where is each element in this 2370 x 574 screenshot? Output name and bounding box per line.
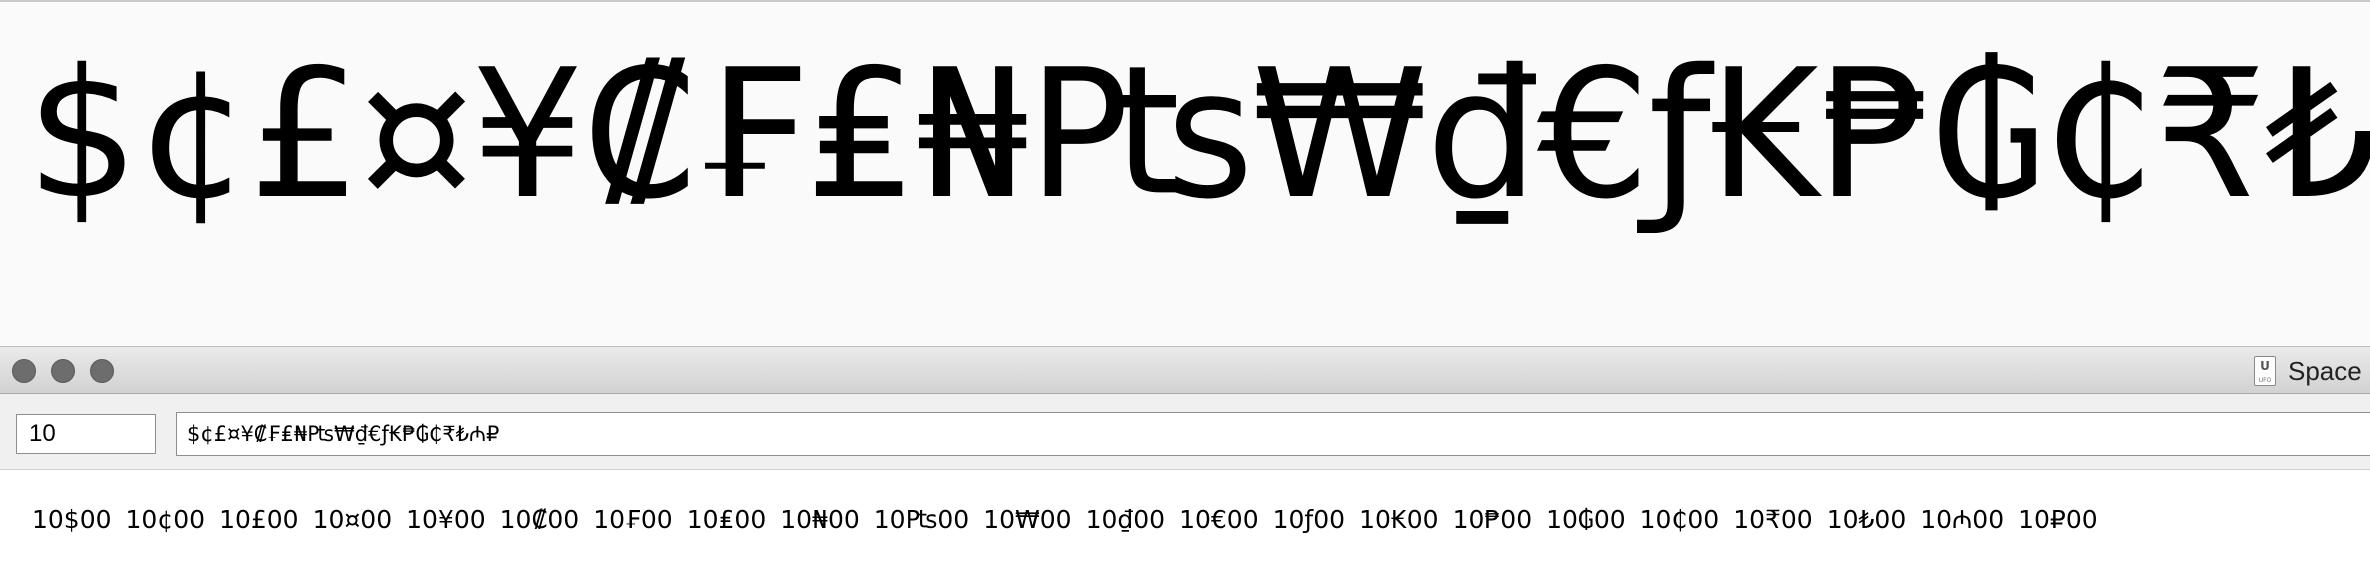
close-window-button[interactable] — [12, 359, 36, 383]
spacing-string: 10₫00 — [1085, 505, 1166, 534]
spacing-string: 10₡00 — [499, 505, 580, 534]
spacing-string: 10₵00 — [1639, 505, 1720, 534]
ufo-file-icon-letter: U — [2260, 359, 2270, 373]
spacing-string: 10₼00 — [1920, 505, 2005, 534]
glyph-preview: $¢£¤¥₡₣₤₦₧₩₫€ƒ₭₱₲₵₹₺₼₽ — [0, 0, 2370, 346]
spacing-string: 10₩00 — [983, 505, 1072, 534]
spacing-string: 10¢00 — [125, 505, 206, 534]
spacing-string: 10₣00 — [593, 505, 673, 534]
title-bar[interactable]: U UFO Space — [0, 346, 2370, 394]
spacing-string: 10₱00 — [1452, 505, 1533, 534]
spacing-string: 10₺00 — [1826, 505, 1907, 534]
spacing-string: 10₦00 — [780, 505, 860, 534]
spacing-string: 10₭00 — [1359, 505, 1439, 534]
spacing-string: 10¥00 — [406, 505, 486, 534]
spacing-string: 10₽00 — [2018, 505, 2098, 534]
window-title: Space — [2288, 356, 2362, 386]
zoom-window-button[interactable] — [90, 359, 114, 383]
ufo-file-icon[interactable]: U UFO — [2254, 356, 2276, 386]
space-window: $¢£¤¥₡₣₤₦₧₩₫€ƒ₭₱₲₵₹₺₼₽ U UFO Space 10$00… — [0, 0, 2370, 574]
toolbar — [0, 394, 2370, 470]
spacing-strings: 10$00 10¢00 10£00 10¤00 10¥00 10₡00 10₣00 10₤00… — [32, 500, 2112, 540]
sample-text-input[interactable] — [176, 412, 2370, 456]
spacing-string: 10ƒ00 — [1272, 505, 1346, 534]
spacing-string: 10₤00 — [686, 505, 767, 534]
spacing-string: 10£00 — [219, 505, 299, 534]
minimize-window-button[interactable] — [51, 359, 75, 383]
spacing-string: 10$00 — [32, 505, 112, 534]
size-input[interactable] — [16, 414, 156, 454]
spacing-string: 10₧00 — [873, 505, 970, 534]
ufo-file-icon-sublabel: UFO — [2258, 377, 2272, 384]
spacing-string: 10€00 — [1179, 505, 1259, 534]
spacing-string: 10¤00 — [312, 505, 393, 534]
preview-glyphs-text: $¢£¤¥₡₣₤₦₧₩₫€ƒ₭₱₲₵₹₺₼₽ — [26, 31, 2370, 238]
spacing-string: 10₹00 — [1733, 505, 1813, 534]
spacing-string: 10₲00 — [1546, 505, 1626, 534]
